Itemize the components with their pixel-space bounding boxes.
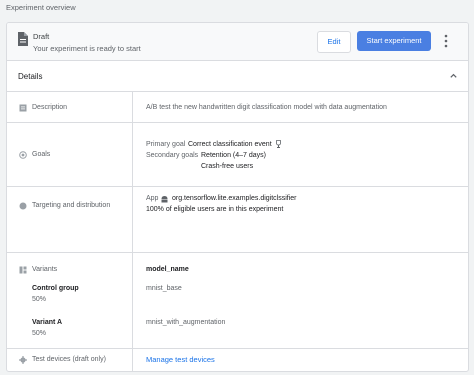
edit-button[interactable]: Edit <box>317 31 351 53</box>
column-divider <box>132 253 133 348</box>
start-experiment-button[interactable]: Start experiment <box>357 31 431 51</box>
targeting-label: Targeting and distribution <box>32 202 111 209</box>
variants-row: Variants model_name Control group 50% mn… <box>7 253 468 349</box>
goals-row: Goals Primary goal Correct classificatio… <box>7 123 468 187</box>
android-icon <box>161 196 168 203</box>
app-value: org.tensorflow.lite.examples.digitclssif… <box>172 195 297 202</box>
distribution-text: 100% of eligible users are in this exper… <box>146 206 284 213</box>
description-value: A/B test the new handwritten digit class… <box>146 104 387 111</box>
chevron-up-icon[interactable] <box>449 71 458 80</box>
variant-percent: 50% <box>32 296 47 303</box>
variant-parameter-name: model_name <box>146 266 189 273</box>
status-label: Draft <box>33 32 50 41</box>
targeting-row: Targeting and distribution App org.tenso… <box>7 187 468 253</box>
status-subtitle: Your experiment is ready to start <box>33 44 141 53</box>
settings-gear-icon <box>19 356 27 364</box>
trophy-icon <box>276 140 281 148</box>
details-title: Details <box>18 72 43 81</box>
column-divider <box>132 123 133 186</box>
secondary-goal-item: Crash-free users <box>201 163 254 170</box>
column-divider <box>132 349 133 371</box>
variant-value: mnist_base <box>146 285 182 292</box>
variants-icon <box>19 266 27 274</box>
test-devices-row: Test devices (draft only) Manage test de… <box>7 349 468 371</box>
manage-test-devices-link[interactable]: Manage test devices <box>146 355 215 364</box>
notes-icon <box>19 104 27 112</box>
document-icon <box>18 32 28 46</box>
more-vert-icon[interactable] <box>443 34 449 48</box>
variant-value: mnist_with_augmentation <box>146 319 226 326</box>
primary-goal-value: Correct classification event <box>188 141 272 148</box>
details-header[interactable]: Details <box>7 61 468 92</box>
secondary-goals-label: Secondary goals <box>146 152 199 159</box>
variants-label: Variants <box>32 266 58 273</box>
goal-target-icon <box>19 151 27 159</box>
column-divider <box>132 92 133 122</box>
experiment-card: Draft Your experiment is ready to start … <box>6 22 469 372</box>
variant-name: Variant A <box>32 319 63 326</box>
primary-goal-label: Primary goal <box>146 141 186 148</box>
page-title: Experiment overview <box>6 3 76 12</box>
description-label: Description <box>32 104 68 111</box>
variant-name: Control group <box>32 285 79 292</box>
secondary-goal-item: Retention (4–7 days) <box>201 152 266 159</box>
app-label: App <box>146 195 159 202</box>
goals-label: Goals <box>32 151 51 158</box>
variant-percent: 50% <box>32 330 47 337</box>
status-bar: Draft Your experiment is ready to start … <box>7 23 468 61</box>
description-row: Description A/B test the new handwritten… <box>7 92 468 123</box>
column-divider <box>132 187 133 252</box>
test-devices-label: Test devices (draft only) <box>32 356 106 363</box>
targeting-icon <box>19 202 27 210</box>
